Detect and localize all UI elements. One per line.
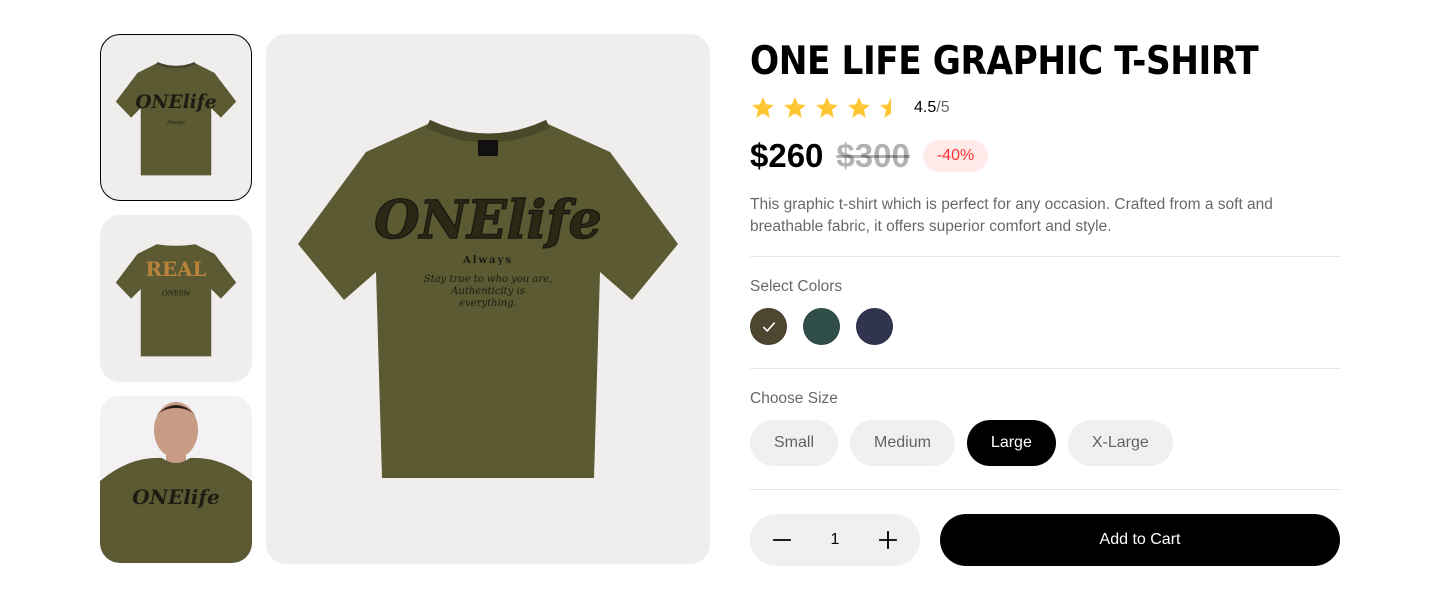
size-small-button[interactable]: Small [750, 420, 839, 466]
rating-text: 4.5/5 [914, 99, 950, 117]
svg-text:ONElife: ONElife [374, 190, 601, 251]
size-options: Small Medium Large X-Large [750, 420, 1350, 466]
product-description: This graphic t-shirt which is perfect fo… [750, 196, 1273, 235]
thumbnail-model[interactable]: ONElife [100, 396, 252, 563]
svg-text:Authenticity is: Authenticity is [450, 286, 525, 297]
rating: 4.5/5 [750, 94, 1350, 122]
star-rating [750, 95, 904, 121]
tshirt-front-thumb-image: ONElife Always [115, 61, 237, 175]
svg-text:ONElife: ONElife [132, 485, 219, 509]
minus-button[interactable] [770, 528, 794, 552]
color-swatch-green[interactable] [803, 308, 840, 345]
discount-badge: -40% [922, 140, 989, 172]
quantity-value: 1 [830, 531, 840, 548]
plus-button[interactable] [876, 528, 900, 552]
svg-text:everything.: everything. [459, 298, 517, 309]
original-price: $300 [836, 137, 910, 174]
color-label: Select Colors [750, 278, 843, 295]
model-thumb-image: ONElife [100, 396, 252, 563]
color-section: Select Colors [750, 278, 1350, 345]
svg-text:Always: Always [462, 255, 513, 266]
product-info: ONE LIFE GRAPHIC T-SHIRT 4.5/5 $260 $300… [750, 34, 1350, 566]
divider [750, 368, 1340, 369]
svg-text:Stay true to who you are,: Stay true to who you are, [424, 274, 553, 285]
half-star-icon [880, 97, 891, 118]
divider [750, 489, 1340, 490]
star-icon [752, 97, 774, 118]
quantity-stepper: 1 [750, 514, 920, 566]
thumbnail-front[interactable]: ONElife Always [100, 34, 252, 201]
svg-text:ONElife: ONElife [135, 92, 216, 113]
color-swatch-navy[interactable] [856, 308, 893, 345]
thumbnail-back[interactable]: REAL ONElife [100, 215, 252, 382]
price-row: $260 $300 -40% [750, 134, 1350, 178]
cart-row: 1 Add to Cart [750, 514, 1350, 566]
tshirt-front-image: ONElife Always Stay true to who you are,… [298, 119, 678, 478]
size-medium-button[interactable]: Medium [850, 420, 955, 466]
divider [750, 256, 1340, 257]
svg-text:REAL: REAL [145, 257, 206, 281]
star-icon [848, 97, 870, 118]
size-xlarge-button[interactable]: X-Large [1067, 420, 1173, 466]
current-price: $260 [750, 137, 824, 174]
svg-text:ONElife: ONElife [162, 288, 190, 297]
star-icon [816, 97, 838, 118]
check-icon [762, 321, 775, 332]
svg-text:Always: Always [166, 120, 186, 126]
add-to-cart-button[interactable]: Add to Cart [940, 514, 1340, 566]
thumbnail-gallery: ONElife Always REAL ONElife ONElife [100, 34, 252, 577]
star-icon [784, 97, 806, 118]
size-large-button[interactable]: Large [966, 420, 1056, 466]
minus-icon [772, 539, 792, 541]
rating-max: /5 [936, 99, 950, 116]
main-product-image: ONElife Always Stay true to who you are,… [266, 34, 710, 564]
size-section: Choose Size Small Medium Large X-Large [750, 390, 1350, 466]
rating-value: 4.5 [914, 99, 937, 116]
product-title: ONE LIFE GRAPHIC T-SHIRT [750, 39, 1259, 84]
plus-icon [878, 530, 898, 550]
tshirt-back-thumb-image: REAL ONElife [115, 243, 237, 356]
color-swatch-brown[interactable] [750, 308, 787, 345]
color-options [750, 308, 1350, 345]
size-label: Choose Size [750, 390, 838, 407]
